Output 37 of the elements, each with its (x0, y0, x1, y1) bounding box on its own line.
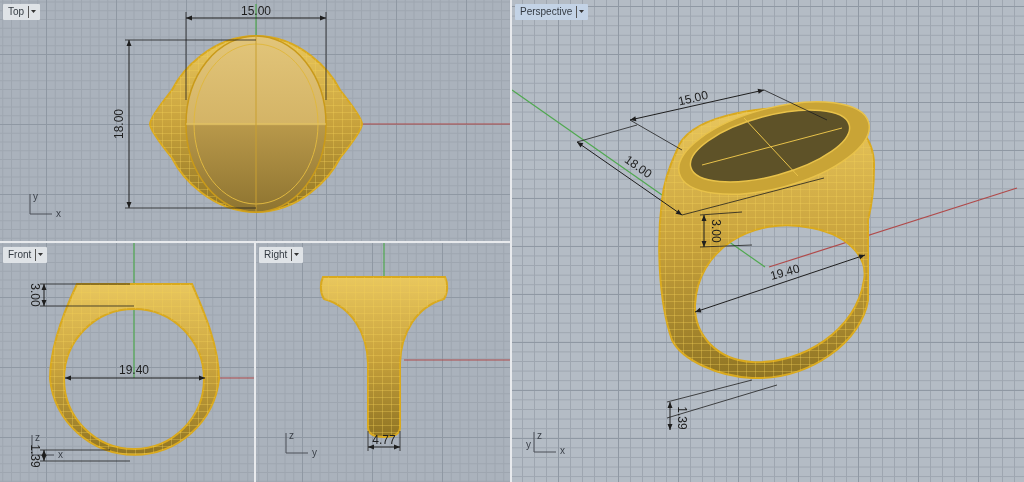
dimension-line (367, 430, 401, 452)
dimension-label: 15.00 (241, 4, 271, 18)
axis-indicator-icon (533, 431, 557, 453)
viewport-panel[interactable]: Front 3.00 19.40 z 1.39 x (0, 243, 254, 482)
y-axis-line (383, 243, 385, 278)
dimension-label: 18.00 (112, 109, 126, 139)
caret-icon[interactable] (576, 6, 586, 18)
viewport-tab[interactable]: Right (259, 247, 304, 263)
caret-icon[interactable] (35, 249, 45, 261)
dimension-label: 3.00 (709, 219, 723, 243)
dimension-label: 15.00 (676, 87, 710, 109)
axis-label: z (289, 430, 294, 441)
caret-icon[interactable] (28, 6, 38, 18)
axis-label: z (35, 432, 40, 443)
x-axis-line (218, 377, 254, 379)
axis-label: y (526, 439, 531, 450)
dimension-label: 1.39 (28, 444, 42, 468)
dimension-label: 19.40 (119, 363, 149, 377)
viewport-tab[interactable]: Top (3, 4, 41, 20)
axis-label: y (312, 447, 317, 458)
axis-label: x (56, 208, 61, 219)
viewport-panel[interactable]: Top 15.00 18.00 y x (0, 0, 510, 241)
dimension-label: 19.40 (768, 261, 802, 283)
dimension-label: 1.39 (675, 406, 689, 430)
axis-indicator-icon (29, 193, 53, 215)
viewport-tab[interactable]: Perspective (515, 4, 589, 20)
y-axis-line (255, 3, 257, 37)
caret-icon[interactable] (291, 249, 301, 261)
axis-label: y (33, 191, 38, 202)
dimension-label: 3.00 (28, 283, 42, 307)
axis-label: z (537, 430, 542, 441)
axis-label: x (560, 445, 565, 456)
axis-label: x (58, 449, 63, 460)
viewport-panel[interactable]: Right z 4.77 y (256, 243, 510, 482)
axis-indicator-icon (285, 432, 309, 454)
dimension-label: 4.77 (372, 433, 396, 447)
viewport-tab[interactable]: Front (3, 247, 48, 263)
